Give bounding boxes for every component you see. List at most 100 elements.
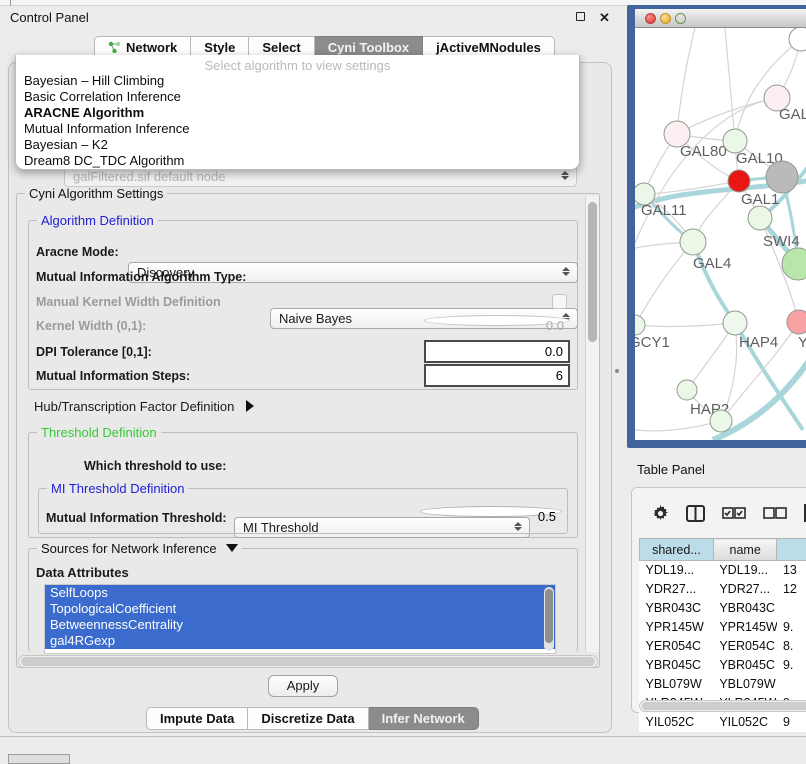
attribute-list-item[interactable]: gal4RGexp xyxy=(45,633,555,649)
attribute-list-item[interactable]: SelfLoops xyxy=(45,585,555,601)
algorithm-option[interactable]: Bayesian – Hill Climbing xyxy=(16,73,579,89)
network-edge xyxy=(635,421,721,431)
network-node-gcy1[interactable] xyxy=(635,315,645,335)
table-row[interactable]: YDL19...YDL19...13 xyxy=(640,561,806,580)
float-panel-icon[interactable] xyxy=(573,10,588,25)
table-cell[interactable]: 12 xyxy=(777,580,806,599)
table-row[interactable]: YDR27...YDR27...12 xyxy=(640,580,806,599)
table-column-header[interactable]: name xyxy=(713,539,777,561)
table-cell[interactable]: YIL052C xyxy=(713,713,777,732)
settings-vertical-scrollbar[interactable] xyxy=(585,196,599,652)
network-node-label: GCY1 xyxy=(635,334,670,351)
table-column-header[interactable]: shared... xyxy=(640,539,714,561)
network-node[interactable] xyxy=(766,161,798,193)
minimize-window-icon[interactable] xyxy=(660,13,671,24)
network-node-y[interactable] xyxy=(787,310,806,334)
table-cell[interactable] xyxy=(777,599,806,618)
network-node-swi4[interactable] xyxy=(748,206,772,230)
table-cell[interactable]: YDL19... xyxy=(640,561,714,580)
table-row[interactable]: YER054CYER054C8. xyxy=(640,637,806,656)
table-row[interactable]: YBR043CYBR043C xyxy=(640,599,806,618)
network-icon xyxy=(108,41,121,54)
tab-label: Select xyxy=(262,40,300,55)
collapsed-arrow-icon xyxy=(246,400,254,412)
mi-threshold-input[interactable]: 0.5 xyxy=(420,506,562,517)
network-edge xyxy=(725,28,735,141)
table-horizontal-scrollbar[interactable] xyxy=(639,700,806,712)
tab-impute-data[interactable]: Impute Data xyxy=(146,707,248,730)
algorithm-option[interactable]: Dream8 DC_TDC Algorithm xyxy=(16,153,579,169)
algorithm-option[interactable]: ARACNE Algorithm xyxy=(16,105,579,121)
mi-type-label: Mutual Information Algorithm Type: xyxy=(36,270,246,284)
table-cell[interactable]: YDL19... xyxy=(713,561,777,580)
attribute-list-item[interactable]: TopologicalCoefficient xyxy=(45,601,555,617)
tab-label: Style xyxy=(204,40,235,55)
network-window-titlebar[interactable] xyxy=(635,9,806,28)
table-cell[interactable]: YER054C xyxy=(640,637,714,656)
deselect-all-icon[interactable] xyxy=(763,507,787,519)
table-cell[interactable]: YBR043C xyxy=(713,599,777,618)
settings-horizontal-scrollbar[interactable] xyxy=(18,655,598,668)
table-row[interactable]: YIL052CYIL052C9 xyxy=(640,713,806,732)
mi-threshold-label: Mutual Information Threshold: xyxy=(46,511,227,525)
network-node-gal4[interactable] xyxy=(680,229,706,255)
algorithm-option[interactable]: Basic Correlation Inference xyxy=(16,89,579,105)
table-cell[interactable]: YDR27... xyxy=(713,580,777,599)
expanded-arrow-icon[interactable] xyxy=(226,544,238,552)
table-cell[interactable]: YBL079W xyxy=(640,675,714,694)
panel-splitter-handle[interactable] xyxy=(615,369,619,373)
table-cell[interactable]: 9. xyxy=(777,618,806,637)
table-cell[interactable]: 8. xyxy=(777,637,806,656)
table-cell[interactable]: YPR145W xyxy=(640,618,714,637)
apply-button[interactable]: Apply xyxy=(268,675,338,697)
table-cell[interactable]: 9 xyxy=(777,713,806,732)
table-cell[interactable]: YBR045C xyxy=(713,656,777,675)
table-cell[interactable]: YIL052C xyxy=(640,713,714,732)
table-cell[interactable]: 9. xyxy=(777,656,806,675)
algorithm-placeholder: Select algorithm to view settings xyxy=(16,55,579,73)
kernel-width-label: Kernel Width (0,1): xyxy=(36,319,146,333)
network-canvas[interactable]: GALGAL80GAL10GAL1GAL11SWI4GAL4GCY1HAP4YH… xyxy=(635,28,806,440)
data-attributes-list[interactable]: SelfLoopsTopologicalCoefficientBetweenne… xyxy=(44,584,556,654)
table-cell[interactable] xyxy=(777,675,806,694)
table-column-header[interactable] xyxy=(777,539,806,561)
zoom-window-icon[interactable] xyxy=(675,13,686,24)
manual-kernel-checkbox[interactable] xyxy=(552,294,567,309)
mi-steps-input[interactable]: 6 xyxy=(424,364,570,387)
columns-icon[interactable] xyxy=(686,505,705,522)
network-node[interactable] xyxy=(782,248,806,280)
table-cell[interactable]: YBR043C xyxy=(640,599,714,618)
table-cell[interactable]: YER054C xyxy=(713,637,777,656)
table-cell[interactable]: 13 xyxy=(777,561,806,580)
select-all-icon[interactable] xyxy=(722,507,746,519)
tab-infer-network[interactable]: Infer Network xyxy=(369,707,479,730)
dpi-tolerance-input[interactable]: 0.0 xyxy=(424,340,570,363)
table-row[interactable]: YBL079WYBL079W xyxy=(640,675,806,694)
network-node-hap2[interactable] xyxy=(677,380,697,400)
attributes-scrollbar[interactable] xyxy=(544,587,554,651)
bottom-left-panel-fragment xyxy=(8,754,70,764)
attribute-list-item[interactable]: BetweennessCentrality xyxy=(45,617,555,633)
hub-definition-toggle[interactable]: Hub/Transcription Factor Definition xyxy=(34,399,254,414)
hub-definition-label: Hub/Transcription Factor Definition xyxy=(34,399,234,414)
mi-threshold-group-title: MI Threshold Definition xyxy=(47,481,188,496)
table-row[interactable]: YPR145WYPR145W9. xyxy=(640,618,806,637)
network-node-gal1[interactable] xyxy=(728,170,750,192)
tab-discretize-data[interactable]: Discretize Data xyxy=(248,707,368,730)
network-node[interactable] xyxy=(710,410,732,432)
table-cell[interactable]: YBR045C xyxy=(640,656,714,675)
kernel-width-input[interactable]: 0.0 xyxy=(424,315,570,326)
algorithm-option[interactable]: Bayesian – K2 xyxy=(16,137,579,153)
close-panel-icon[interactable]: ✕ xyxy=(597,10,612,25)
gear-icon[interactable] xyxy=(652,505,669,522)
close-window-icon[interactable] xyxy=(645,13,656,24)
network-node-hap4[interactable] xyxy=(723,311,747,335)
table-cell[interactable]: YBL079W xyxy=(713,675,777,694)
network-view-window[interactable]: GALGAL80GAL10GAL1GAL11SWI4GAL4GCY1HAP4YH… xyxy=(627,5,806,448)
table-row[interactable]: YBR045CYBR045C9. xyxy=(640,656,806,675)
table-cell[interactable]: YDR27... xyxy=(640,580,714,599)
algorithm-option[interactable]: Mutual Information Inference xyxy=(16,121,579,137)
table-cell[interactable]: YPR145W xyxy=(713,618,777,637)
table-panel: shared...name YDL19...YDL19...13YDR27...… xyxy=(631,487,806,713)
sources-title-text: Sources for Network Inference xyxy=(41,541,217,556)
